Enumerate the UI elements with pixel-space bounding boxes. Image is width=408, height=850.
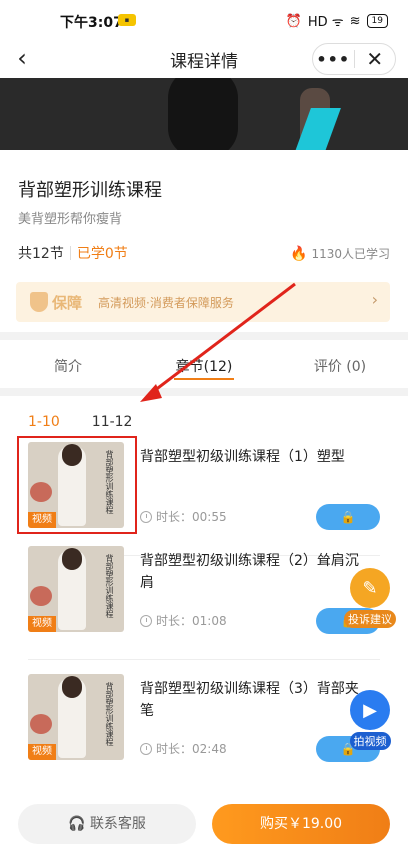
bottom-action-bar: 🎧 联系客服 购买￥19.00 bbox=[0, 796, 408, 850]
buy-button[interactable]: 购买￥19.00 bbox=[212, 804, 390, 844]
complaint-label: 投诉建议 bbox=[344, 610, 396, 628]
complaint-float-button[interactable]: ✎ 投诉建议 bbox=[342, 568, 398, 628]
complaint-icon: ✎ bbox=[350, 568, 390, 608]
contact-service-label: 联系客服 bbox=[89, 816, 146, 832]
headset-icon: 🎧 bbox=[68, 816, 86, 832]
shoot-video-float-button[interactable]: ▶ 拍视频 bbox=[342, 690, 398, 750]
shoot-video-label: 拍视频 bbox=[349, 732, 391, 750]
video-camera-icon: ▶ bbox=[350, 690, 390, 730]
contact-service-button[interactable]: 🎧 联系客服 bbox=[18, 804, 196, 844]
